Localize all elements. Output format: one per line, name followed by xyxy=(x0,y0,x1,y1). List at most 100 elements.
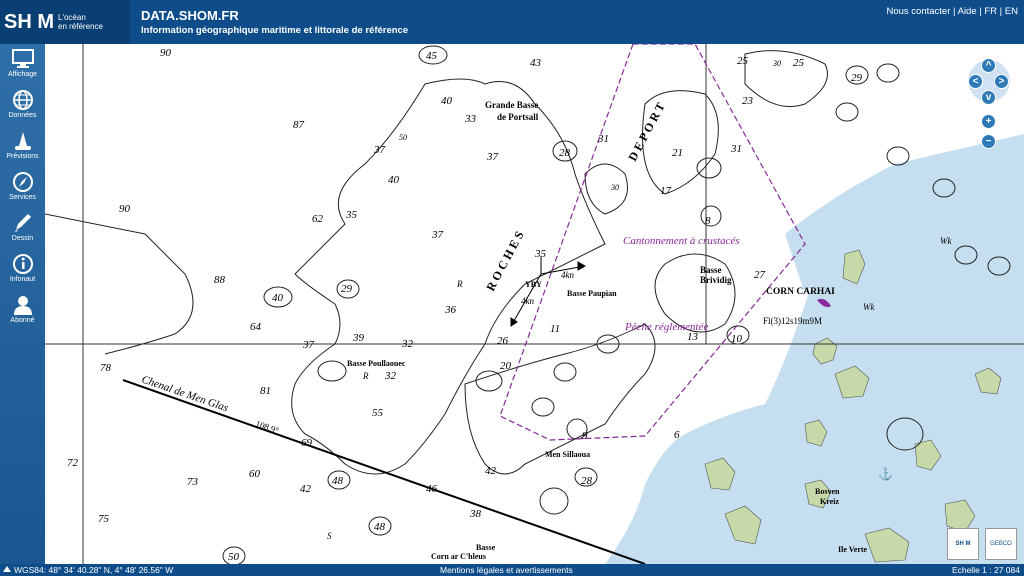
sidebar-item-dessin[interactable]: Dessin xyxy=(0,210,45,250)
site-title: DATA.SHOM.FR xyxy=(141,8,239,23)
depth-sounding: 30 xyxy=(772,59,781,68)
label-light-characteristic: Fl(3)12s19m9M xyxy=(763,316,822,326)
site-subtitle: Information géographique maritime et lit… xyxy=(141,25,409,36)
help-link[interactable]: Aide xyxy=(958,6,977,17)
depth-sounding: 21 xyxy=(672,147,683,159)
logo-tagline-2: en référence xyxy=(58,22,103,31)
depth-contours xyxy=(45,50,828,475)
label-basse-brividig-1: Basse xyxy=(700,265,722,275)
depth-sounding: 64 xyxy=(250,321,262,333)
sidebar-item-label: Infonaut xyxy=(9,276,36,283)
sidebar-item-services[interactable]: Services xyxy=(0,169,45,209)
info-icon xyxy=(12,254,33,274)
label-corn-ar-chleus: Corn ar C'hleus xyxy=(431,552,486,561)
depth-sounding: 29 xyxy=(341,283,353,295)
expand-up-icon[interactable] xyxy=(3,566,11,572)
depth-sounding: 50 xyxy=(228,551,240,563)
logo-text: SH M xyxy=(4,10,54,33)
cursor-coordinates: WGS84: 48° 34' 40.28" N, 4° 48' 26.56" W xyxy=(14,565,174,575)
depth-sounding: 32 xyxy=(384,370,397,382)
depth-sounding: 69 xyxy=(301,437,313,449)
top-links: Nous contacter | Aide | FR | EN xyxy=(886,6,1018,17)
legal-link[interactable]: Mentions légales et avertissements xyxy=(440,564,573,576)
depth-sounding: 40 xyxy=(388,174,400,186)
pan-right-button[interactable]: > xyxy=(994,74,1009,89)
depth-sounding: 8 xyxy=(705,215,711,227)
depth-sounding: 25 xyxy=(737,55,749,67)
gebco-logo[interactable]: GEBCO xyxy=(985,528,1017,560)
depth-sounding: 50 xyxy=(399,133,407,142)
depth-sounding: 28 xyxy=(559,147,571,159)
label-chenal: Chenal de Men Glas xyxy=(140,373,230,414)
pan-left-button[interactable]: < xyxy=(968,74,983,89)
depth-sounding: 42 xyxy=(300,483,312,495)
depth-sounding: 38 xyxy=(469,508,482,520)
shom-small-logo[interactable]: SH M xyxy=(947,528,979,560)
sidebar-item-label: Prévisions xyxy=(6,153,39,160)
depth-sounding: 31 xyxy=(597,133,609,145)
depth-sounding: 90 xyxy=(160,47,172,59)
label-basse-brividig-2: Brividig xyxy=(700,275,732,285)
depth-sounding: 33 xyxy=(464,113,477,125)
zoom-in-button[interactable]: + xyxy=(981,114,996,129)
sidebar-item-label: Services xyxy=(9,194,36,201)
depth-sounding: 37 xyxy=(373,144,386,156)
depth-sounding: 42 xyxy=(485,465,497,477)
label-de-port: D E P O R T xyxy=(625,100,667,163)
map-navigation: ^ < > v + − xyxy=(966,56,1016,156)
label-bosven-2: Kreiz xyxy=(820,497,839,506)
pan-up-button[interactable]: ^ xyxy=(981,58,996,73)
depth-sounding: 43 xyxy=(530,57,542,69)
depth-sounding: 6 xyxy=(674,429,680,441)
chart-canvas[interactable]: ⚓ Grande Basse de Portsall Basse Brividi… xyxy=(45,44,1024,564)
depth-sounding: 75 xyxy=(98,513,110,525)
contact-link[interactable]: Nous contacter xyxy=(886,6,950,17)
status-bar: WGS84: 48° 34' 40.28" N, 4° 48' 26.56" W… xyxy=(0,564,1024,576)
depth-sounding: 40 xyxy=(272,292,284,304)
sidebar-item-affichage[interactable]: Affichage xyxy=(0,46,45,86)
pencil-icon xyxy=(14,214,31,232)
depth-sounding: 39 xyxy=(352,332,365,344)
monitor-icon xyxy=(11,49,34,68)
depth-sounding: 90 xyxy=(119,203,131,215)
depth-sounding: 72 xyxy=(67,457,79,469)
depth-sounding: 9 xyxy=(582,430,588,442)
sidebar: Affichage Données Prévisions Services De… xyxy=(0,44,45,564)
zoom-out-button[interactable]: − xyxy=(981,134,996,149)
depth-sounding: 23 xyxy=(742,95,754,107)
label-basse-bottom: Basse xyxy=(476,543,496,552)
sidebar-item-previsions[interactable]: Prévisions xyxy=(0,128,45,168)
pan-down-button[interactable]: v xyxy=(981,90,996,105)
depth-sounding: 27 xyxy=(754,269,766,281)
lang-en-link[interactable]: EN xyxy=(1005,6,1018,17)
depth-sounding: 35 xyxy=(345,209,358,221)
user-icon xyxy=(13,296,32,315)
label-current-4kn-a: 4kn xyxy=(561,270,574,280)
depth-sounding: 31 xyxy=(730,143,742,155)
depth-sounding: 32 xyxy=(401,338,414,350)
depth-sounding: 36 xyxy=(444,304,457,316)
depth-sounding: 37 xyxy=(431,229,444,241)
depth-sounding: 81 xyxy=(260,385,271,397)
depth-sounding: 28 xyxy=(581,475,593,487)
lang-fr-link[interactable]: FR xyxy=(984,6,997,17)
link-separator: | xyxy=(950,6,958,17)
channel-line xyxy=(122,379,646,564)
label-rock-2: R xyxy=(362,371,369,381)
sidebar-item-infonaut[interactable]: Infonaut xyxy=(0,251,45,291)
label-rock-1: R xyxy=(456,279,463,289)
depth-sounding: 30 xyxy=(610,183,619,192)
sidebar-item-donnees[interactable]: Données xyxy=(0,87,45,127)
nautical-chart-map[interactable]: ⚓ Grande Basse de Portsall Basse Brividi… xyxy=(45,44,1024,564)
shom-logo[interactable]: SH M L'océan en référence xyxy=(0,0,130,44)
buoy-icon xyxy=(14,132,31,150)
compass-icon xyxy=(12,172,33,192)
label-basse-paupian: Basse Paupian xyxy=(567,289,617,298)
depth-sounding: 37 xyxy=(486,151,499,163)
depth-sounding: 10 xyxy=(731,333,743,345)
label-basse-poullaouec: Basse Poullaouec xyxy=(347,359,406,368)
depth-sounding: 17 xyxy=(660,185,672,197)
depth-sounding: 48 xyxy=(332,475,344,487)
sidebar-item-abonne[interactable]: Abonné xyxy=(0,292,45,332)
depth-sounding: 45 xyxy=(426,50,438,62)
